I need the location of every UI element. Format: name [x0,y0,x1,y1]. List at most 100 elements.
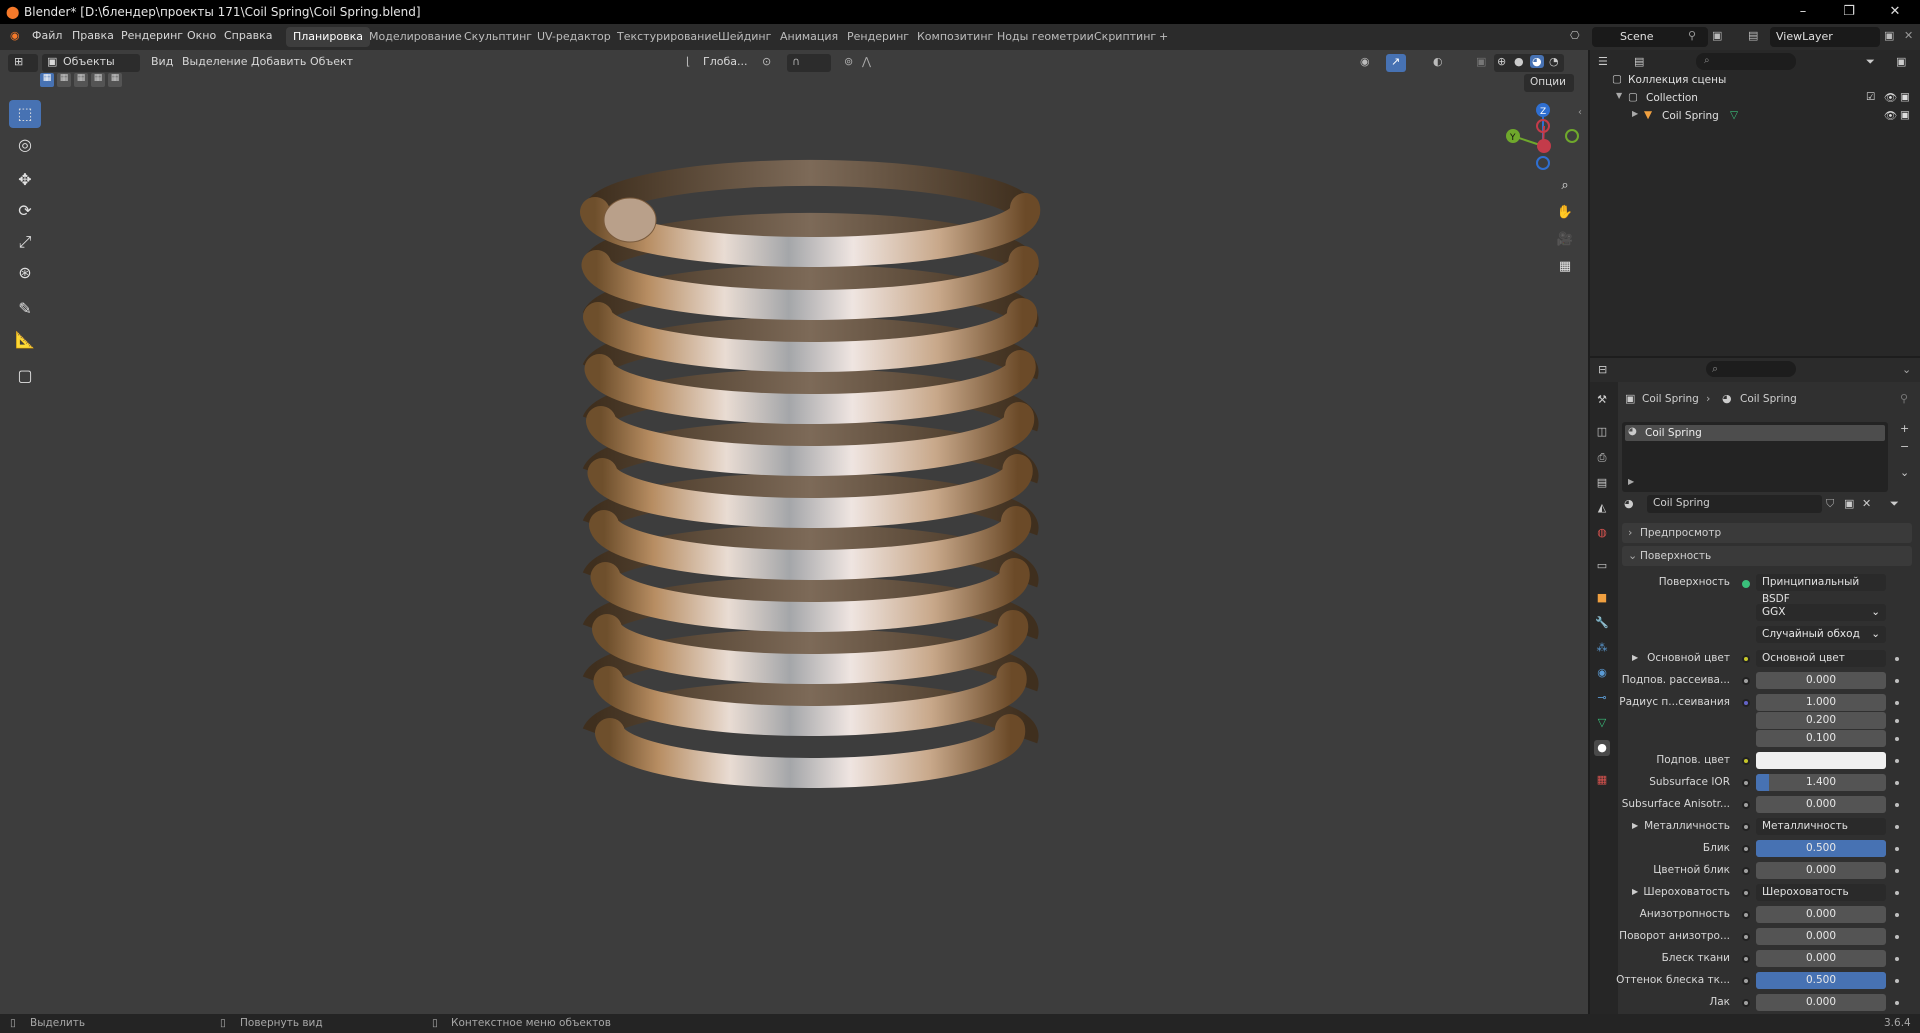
sidebar-toggle-icon[interactable]: ‹ [1578,107,1582,118]
material-shading-icon[interactable]: ◕ [1530,55,1544,68]
properties-search-input[interactable]: ⌕ [1706,361,1796,377]
browse-material-icon[interactable]: ◕ [1624,497,1634,510]
input-socket-icon[interactable] [1742,823,1750,831]
preview-panel-header[interactable]: › Предпросмотр [1622,523,1912,543]
input-socket-icon[interactable] [1742,655,1750,663]
wireframe-shading-icon[interactable]: ⊕ [1497,55,1506,68]
keyframe-dot-icon[interactable] [1895,737,1899,741]
keyframe-dot-icon[interactable] [1895,847,1899,851]
input-socket-icon[interactable] [1742,933,1750,941]
add-menu[interactable]: Добавить [251,55,306,68]
mesh-data-icon[interactable]: ▽ [1730,109,1738,121]
outliner-search-input[interactable]: ⌕ [1696,53,1796,70]
select-new-icon[interactable]: ▦ [40,73,54,87]
eye-icon[interactable]: 👁 [1884,91,1897,104]
color-swatch[interactable] [1756,752,1886,769]
tab-layout[interactable]: Планировка [286,27,370,47]
keyframe-dot-icon[interactable] [1895,781,1899,785]
subsurface-method-select[interactable]: Случайный обход ⌄ [1756,626,1886,643]
numeric-input-field[interactable]: 0.200 [1756,712,1886,729]
input-socket-icon[interactable] [1742,699,1750,707]
camera-icon[interactable]: ▣ [1900,109,1910,121]
maximize-button[interactable]: ❐ [1826,0,1872,24]
outliner-row-collection[interactable]: ▼ ▢ Collection ☑ 👁 ▣ [1590,89,1920,107]
numeric-input-field[interactable]: 0.000 [1756,994,1886,1011]
keyframe-dot-icon[interactable] [1895,719,1899,723]
menu-render[interactable]: Рендеринг [121,29,183,42]
select-invert-icon[interactable]: ▦ [91,73,105,87]
expand-input-icon[interactable]: ▶ [1632,821,1638,830]
collection-tab-icon[interactable]: ▭ [1594,558,1610,574]
exclude-checkbox-icon[interactable]: ☑ [1866,91,1875,103]
input-socket-icon[interactable] [1742,889,1750,897]
surface-shader-field[interactable]: Принципиальный BSDF [1756,574,1886,605]
input-socket-icon[interactable] [1742,845,1750,853]
annotate-tool[interactable]: ✎ [9,295,41,323]
modifier-tab-icon[interactable]: 🔧 [1594,615,1610,631]
cursor-tool[interactable]: ◎ [9,131,41,159]
scale-tool[interactable]: ⤢ [9,228,41,256]
tab-modeling[interactable]: Моделирование [362,27,469,47]
navigation-gizmo[interactable]: Z Y [1500,96,1580,176]
numeric-input-field[interactable]: 1.400 [1756,774,1886,791]
distribution-select[interactable]: GGX ⌄ [1756,604,1886,621]
select-box-tool[interactable]: ⬚ [9,100,41,128]
filter-icon[interactable]: ⏷ [1866,55,1875,69]
view-layer-selector[interactable]: ViewLayer [1770,27,1880,47]
rotate-tool[interactable]: ⟳ [9,197,41,225]
view-menu[interactable]: Вид [151,55,173,68]
slot-specials-icon[interactable]: ⌄ [1900,466,1909,479]
numeric-input-field[interactable]: 0.000 [1756,928,1886,945]
transform-tool[interactable]: ⊛ [9,259,41,287]
tab-animation[interactable]: Анимация [773,27,845,47]
ortho-toggle-icon[interactable]: ▦ [1553,255,1577,279]
keyframe-dot-icon[interactable] [1895,803,1899,807]
select-subtract-icon[interactable]: ▦ [74,73,88,87]
input-socket-icon[interactable] [1742,779,1750,787]
keyframe-dot-icon[interactable] [1895,913,1899,917]
pin-icon[interactable]: ⚲ [1900,392,1908,405]
input-socket-icon[interactable] [1742,677,1750,685]
pivot-point-icon[interactable]: ⊙ [762,55,771,68]
object-menu[interactable]: Объект [310,55,353,68]
zoom-icon[interactable]: ⌕ [1553,174,1577,198]
display-mode-icon[interactable]: ▤ [1634,55,1644,68]
object-tab-icon[interactable]: ■ [1594,590,1610,606]
camera-icon[interactable]: ▣ [1900,91,1910,103]
new-scene-icon[interactable]: ▣ [1712,29,1722,42]
falloff-icon[interactable]: ⋀ [862,55,871,68]
material-tab-icon[interactable]: ● [1594,740,1610,756]
scene-tab-icon[interactable]: ◭ [1594,500,1610,516]
tab-shading[interactable]: Шейдинг [711,27,778,47]
minimize-button[interactable]: – [1780,0,1826,24]
physics-tab-icon[interactable]: ◉ [1594,665,1610,681]
expand-input-icon[interactable]: ▶ [1632,887,1638,896]
overlay-icon[interactable]: ◐ [1433,55,1443,68]
options-chevron-icon[interactable]: ⌄ [1902,363,1911,376]
keyframe-dot-icon[interactable] [1895,825,1899,829]
tab-sculpting[interactable]: Скульптинг [457,27,539,47]
camera-view-icon[interactable]: 🎥 [1553,228,1577,252]
properties-editor-icon[interactable]: ⊟ [1598,363,1607,376]
texture-tab-icon[interactable]: ▦ [1594,772,1610,788]
menu-file[interactable]: Файл [32,29,62,42]
keyframe-dot-icon[interactable] [1895,935,1899,939]
numeric-input-field[interactable]: 0.100 [1756,730,1886,747]
new-collection-icon[interactable]: ▣ [1896,55,1906,68]
data-tab-icon[interactable]: ▽ [1594,715,1610,731]
add-slot-icon[interactable]: + [1900,422,1909,435]
transform-orientation[interactable]: Глоба... [703,55,747,68]
input-socket-icon[interactable] [1742,977,1750,985]
add-cube-tool[interactable]: ▢ [9,362,41,390]
input-socket-icon[interactable] [1742,999,1750,1007]
outliner-editor-icon[interactable]: ☰ [1598,55,1608,68]
material-slot-row[interactable]: ◕ Coil Spring [1625,425,1885,441]
visibility-icon[interactable]: ◉ [1360,55,1370,68]
keyframe-dot-icon[interactable] [1895,891,1899,895]
menu-help[interactable]: Справка [224,29,272,42]
eye-icon[interactable]: 👁 [1884,109,1897,122]
keyframe-dot-icon[interactable] [1895,979,1899,983]
output-tab-icon[interactable]: ⎙ [1594,450,1610,466]
keyframe-dot-icon[interactable] [1895,759,1899,763]
world-tab-icon[interactable]: ◍ [1594,525,1610,541]
